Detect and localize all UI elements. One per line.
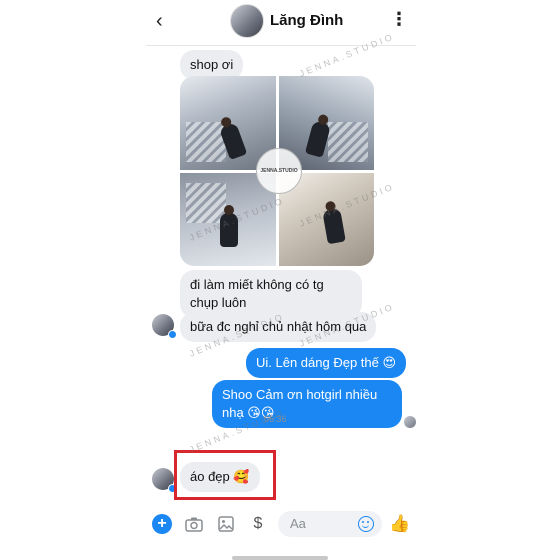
message-bubble-outgoing[interactable]: Shoo Cảm ơn hotgirl nhiều nhạ 😘😘	[212, 380, 402, 428]
more-vertical-icon[interactable]: ⋮	[390, 10, 408, 28]
photo-grid[interactable]: JENNA.STUDIO	[180, 76, 374, 266]
stairs-graphic	[186, 121, 226, 162]
message-composer: + $ Aa 👍	[146, 508, 416, 540]
message-bubble-incoming[interactable]: bữa đc nghỉ chủ nhật hôm qua	[180, 312, 377, 342]
dollar-icon[interactable]: $	[248, 514, 268, 534]
emoji-icon[interactable]	[358, 516, 374, 532]
message-bubble-incoming[interactable]: đi làm miết không có tg chụp luôn	[180, 270, 362, 318]
like-icon[interactable]: 👍	[389, 514, 410, 534]
camera-icon[interactable]	[184, 514, 204, 534]
contact-avatar[interactable]	[230, 4, 264, 38]
home-indicator[interactable]	[232, 556, 328, 560]
message-input[interactable]: Aa	[278, 511, 382, 537]
messenger-badge-icon	[168, 330, 177, 339]
chat-header: ‹ Lăng Đình ⋮	[146, 0, 416, 46]
chat-screen: ‹ Lăng Đình ⋮ shop ơi JENNA.STUDIO đi là…	[146, 0, 416, 560]
seen-avatar	[404, 416, 416, 428]
message-bubble-outgoing[interactable]: Ui. Lên dáng Đẹp thế 😍	[246, 348, 407, 378]
plus-icon[interactable]: +	[152, 514, 172, 534]
person-figure	[220, 204, 238, 247]
chevron-left-icon[interactable]: ‹	[156, 11, 172, 31]
studio-logo-badge: JENNA.STUDIO	[256, 148, 302, 194]
person-figure	[304, 120, 331, 158]
gallery-icon[interactable]	[216, 514, 236, 534]
message-input-placeholder: Aa	[290, 516, 306, 531]
message-timestamp: 06:36	[264, 414, 287, 424]
highlight-box	[174, 450, 276, 500]
stairs-graphic	[328, 121, 368, 162]
contact-name[interactable]: Lăng Đình	[270, 12, 343, 29]
person-figure	[321, 207, 346, 244]
